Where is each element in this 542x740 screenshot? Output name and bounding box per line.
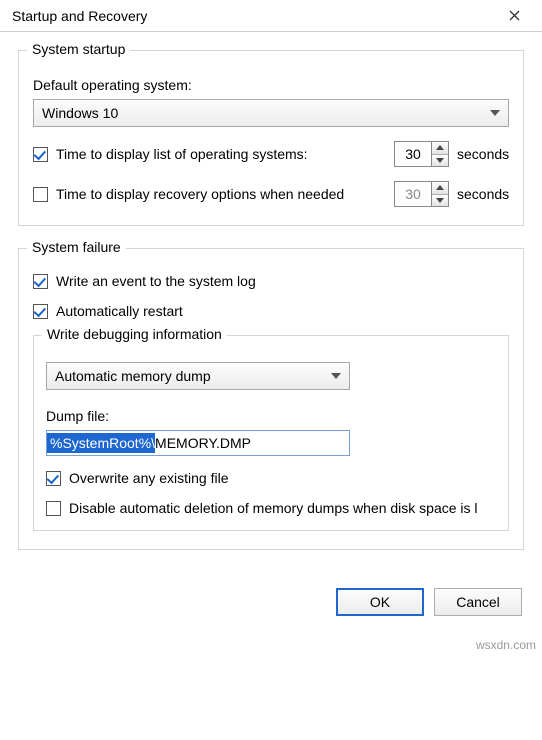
dump-file-input[interactable]: %SystemRoot%\MEMORY.DMP	[46, 430, 350, 456]
row-write-event: Write an event to the system log	[33, 273, 509, 289]
dialog-button-row: OK Cancel	[0, 572, 542, 616]
spinner-display-os-list[interactable]: 30	[394, 141, 449, 167]
chevron-down-icon	[331, 373, 341, 379]
group-title-debugging: Write debugging information	[42, 326, 227, 342]
checkbox-disable-deletion[interactable]	[46, 501, 61, 516]
close-icon	[509, 10, 520, 21]
label-overwrite: Overwrite any existing file	[69, 470, 229, 486]
default-os-value: Windows 10	[42, 105, 118, 121]
spinner-buttons-recovery[interactable]	[432, 181, 449, 207]
ok-button[interactable]: OK	[336, 588, 424, 616]
seconds-label-1: seconds	[457, 146, 509, 162]
checkbox-display-recovery[interactable]	[33, 187, 48, 202]
debug-type-select[interactable]: Automatic memory dump	[46, 362, 350, 390]
checkbox-write-event[interactable]	[33, 274, 48, 289]
label-display-recovery: Time to display recovery options when ne…	[56, 186, 344, 202]
dump-file-selection: %SystemRoot%\	[47, 433, 155, 453]
titlebar: Startup and Recovery	[0, 0, 542, 32]
row-disable-deletion: Disable automatic deletion of memory dum…	[46, 500, 496, 516]
arrow-up-icon[interactable]	[432, 182, 448, 195]
arrow-down-icon[interactable]	[432, 155, 448, 167]
group-system-failure: System failure Write an event to the sys…	[18, 248, 524, 550]
checkbox-auto-restart[interactable]	[33, 304, 48, 319]
label-write-event: Write an event to the system log	[56, 273, 256, 289]
group-system-startup: System startup Default operating system:…	[18, 50, 524, 226]
seconds-label-2: seconds	[457, 186, 509, 202]
content-area: System startup Default operating system:…	[0, 32, 542, 550]
row-display-os-list: Time to display list of operating system…	[33, 141, 509, 167]
cancel-button-label: Cancel	[456, 594, 500, 610]
spinner-value-os-list[interactable]: 30	[394, 141, 432, 167]
group-write-debugging: Write debugging information Automatic me…	[33, 335, 509, 531]
label-display-os-list: Time to display list of operating system…	[56, 146, 308, 162]
chevron-down-icon	[490, 110, 500, 116]
spinner-value-recovery[interactable]: 30	[394, 181, 432, 207]
dump-file-label: Dump file:	[46, 408, 496, 424]
checkbox-overwrite[interactable]	[46, 471, 61, 486]
row-display-recovery: Time to display recovery options when ne…	[33, 181, 509, 207]
dump-file-rest: MEMORY.DMP	[155, 435, 251, 451]
arrow-up-icon[interactable]	[432, 142, 448, 155]
label-auto-restart: Automatically restart	[56, 303, 183, 319]
spinner-buttons-os-list[interactable]	[432, 141, 449, 167]
group-title-failure: System failure	[27, 239, 126, 255]
close-button[interactable]	[492, 2, 536, 30]
row-overwrite: Overwrite any existing file	[46, 470, 496, 486]
checkbox-display-os-list[interactable]	[33, 147, 48, 162]
ok-button-label: OK	[370, 594, 390, 610]
cancel-button[interactable]: Cancel	[434, 588, 522, 616]
window-title: Startup and Recovery	[12, 8, 147, 24]
group-title-startup: System startup	[27, 41, 130, 57]
spinner-display-recovery[interactable]: 30	[394, 181, 449, 207]
watermark-text: wsxdn.com	[476, 638, 536, 652]
default-os-label: Default operating system:	[33, 77, 509, 93]
row-auto-restart: Automatically restart	[33, 303, 509, 319]
debug-type-value: Automatic memory dump	[55, 368, 211, 384]
default-os-select[interactable]: Windows 10	[33, 99, 509, 127]
arrow-down-icon[interactable]	[432, 195, 448, 207]
label-disable-deletion: Disable automatic deletion of memory dum…	[69, 500, 478, 516]
